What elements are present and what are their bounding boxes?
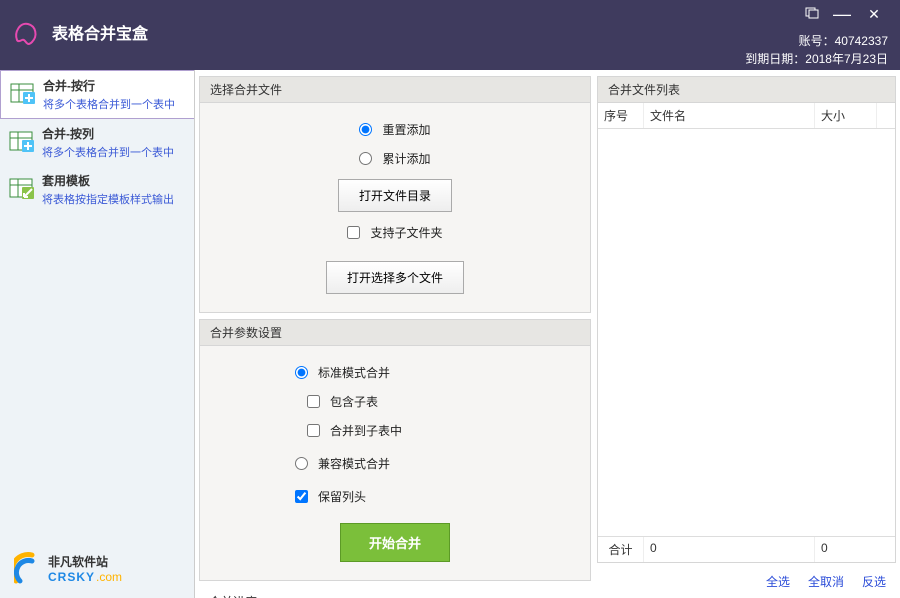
sidebar-item-label: 套用模板	[42, 172, 174, 189]
app-title: 表格合并宝盒	[52, 20, 148, 44]
col-scroll-spacer	[877, 103, 895, 128]
expiry-info: 到期日期：2018年7月23日	[745, 50, 888, 67]
title-bar: 表格合并宝盒 — ✕ 账号：40742337 到期日期：2018年7月23日	[0, 0, 900, 70]
params-header: 合并参数设置	[200, 320, 590, 346]
template-icon	[8, 175, 36, 203]
radio-compat-mode[interactable]	[295, 457, 308, 470]
table-header: 序号 文件名 大小	[598, 103, 895, 129]
radio-reset-add[interactable]	[359, 123, 372, 136]
sidebar-item-desc: 将多个表格合并到一个表中	[42, 144, 174, 160]
brand-logo: 非凡软件站 CRSKY .com	[0, 543, 194, 598]
col-filename[interactable]: 文件名	[644, 103, 815, 128]
col-index[interactable]: 序号	[598, 103, 644, 128]
params-group: 合并参数设置 标准模式合并 包含子表 合并到子表中 兼容模式合并 保留列头 开始…	[199, 319, 591, 581]
minimize-button[interactable]: —	[830, 4, 854, 24]
account-info: 账号：40742337	[799, 32, 888, 49]
total-size: 0	[815, 537, 895, 562]
merge-rows-icon	[9, 80, 37, 108]
svg-text:.com: .com	[96, 570, 122, 584]
open-files-button[interactable]: 打开选择多个文件	[326, 261, 464, 294]
table-body	[598, 129, 895, 536]
file-select-header: 选择合并文件	[200, 77, 590, 103]
select-all-link[interactable]: 全选	[766, 573, 790, 590]
sidebar-item-merge-rows[interactable]: 合并-按行 将多个表格合并到一个表中	[0, 70, 194, 119]
close-button[interactable]: ✕	[862, 4, 886, 24]
total-name: 0	[644, 537, 815, 562]
col-size[interactable]: 大小	[815, 103, 877, 128]
sidebar-item-desc: 将表格按指定模板样式输出	[42, 191, 174, 207]
radio-accum-add[interactable]	[359, 152, 372, 165]
table-footer: 合计 0 0	[598, 536, 895, 562]
checkbox-include-subtable[interactable]	[307, 395, 320, 408]
merge-cols-icon	[8, 128, 36, 156]
progress-label: 合并进度	[199, 587, 591, 598]
sidebar-item-label: 合并-按行	[43, 77, 175, 94]
expiry-label: 到期日期：	[745, 52, 805, 66]
account-value: 40742337	[835, 34, 888, 48]
file-select-group: 选择合并文件 重置添加 累计添加 打开文件目录 支持子文件夹 打开选择多个文件	[199, 76, 591, 313]
sidebar-item-label: 合并-按列	[42, 125, 174, 142]
sidebar-item-desc: 将多个表格合并到一个表中	[43, 96, 175, 112]
file-list-header: 合并文件列表	[598, 77, 895, 103]
invert-selection-link[interactable]: 反选	[862, 573, 886, 590]
checkbox-include-subtable-label: 包含子表	[330, 393, 378, 410]
sidebar-item-merge-cols[interactable]: 合并-按列 将多个表格合并到一个表中	[0, 119, 194, 166]
selection-links: 全选 全取消 反选	[597, 567, 896, 594]
total-label: 合计	[598, 537, 644, 562]
checkbox-merge-to-subtable[interactable]	[307, 424, 320, 437]
account-label: 账号：	[799, 34, 835, 48]
sidebar-item-template[interactable]: 套用模板 将表格按指定模板样式输出	[0, 166, 194, 213]
radio-reset-add-label: 重置添加	[382, 121, 430, 138]
expiry-value: 2018年7月23日	[805, 52, 888, 66]
deselect-all-link[interactable]: 全取消	[808, 573, 844, 590]
checkbox-keep-header-label: 保留列头	[318, 488, 366, 505]
radio-standard-mode-label: 标准模式合并	[318, 364, 390, 381]
radio-accum-add-label: 累计添加	[382, 150, 430, 167]
checkbox-merge-to-subtable-label: 合并到子表中	[330, 422, 402, 439]
checkbox-subfolder[interactable]	[347, 226, 360, 239]
radio-standard-mode[interactable]	[295, 366, 308, 379]
checkbox-subfolder-label: 支持子文件夹	[370, 224, 442, 241]
svg-text:CRSKY: CRSKY	[48, 570, 95, 584]
app-logo-icon	[12, 18, 42, 48]
open-dir-button[interactable]: 打开文件目录	[338, 179, 452, 212]
checkbox-keep-header[interactable]	[295, 490, 308, 503]
sidebar: 合并-按行 将多个表格合并到一个表中 合并-按列 将多个表格合并到一个表中 套用…	[0, 70, 195, 598]
start-merge-button[interactable]: 开始合并	[340, 523, 450, 562]
window-box-icon[interactable]	[800, 4, 824, 24]
file-list-group: 合并文件列表 序号 文件名 大小 合计 0 0	[597, 76, 896, 563]
svg-text:非凡软件站: 非凡软件站	[48, 554, 108, 569]
radio-compat-mode-label: 兼容模式合并	[318, 455, 390, 472]
